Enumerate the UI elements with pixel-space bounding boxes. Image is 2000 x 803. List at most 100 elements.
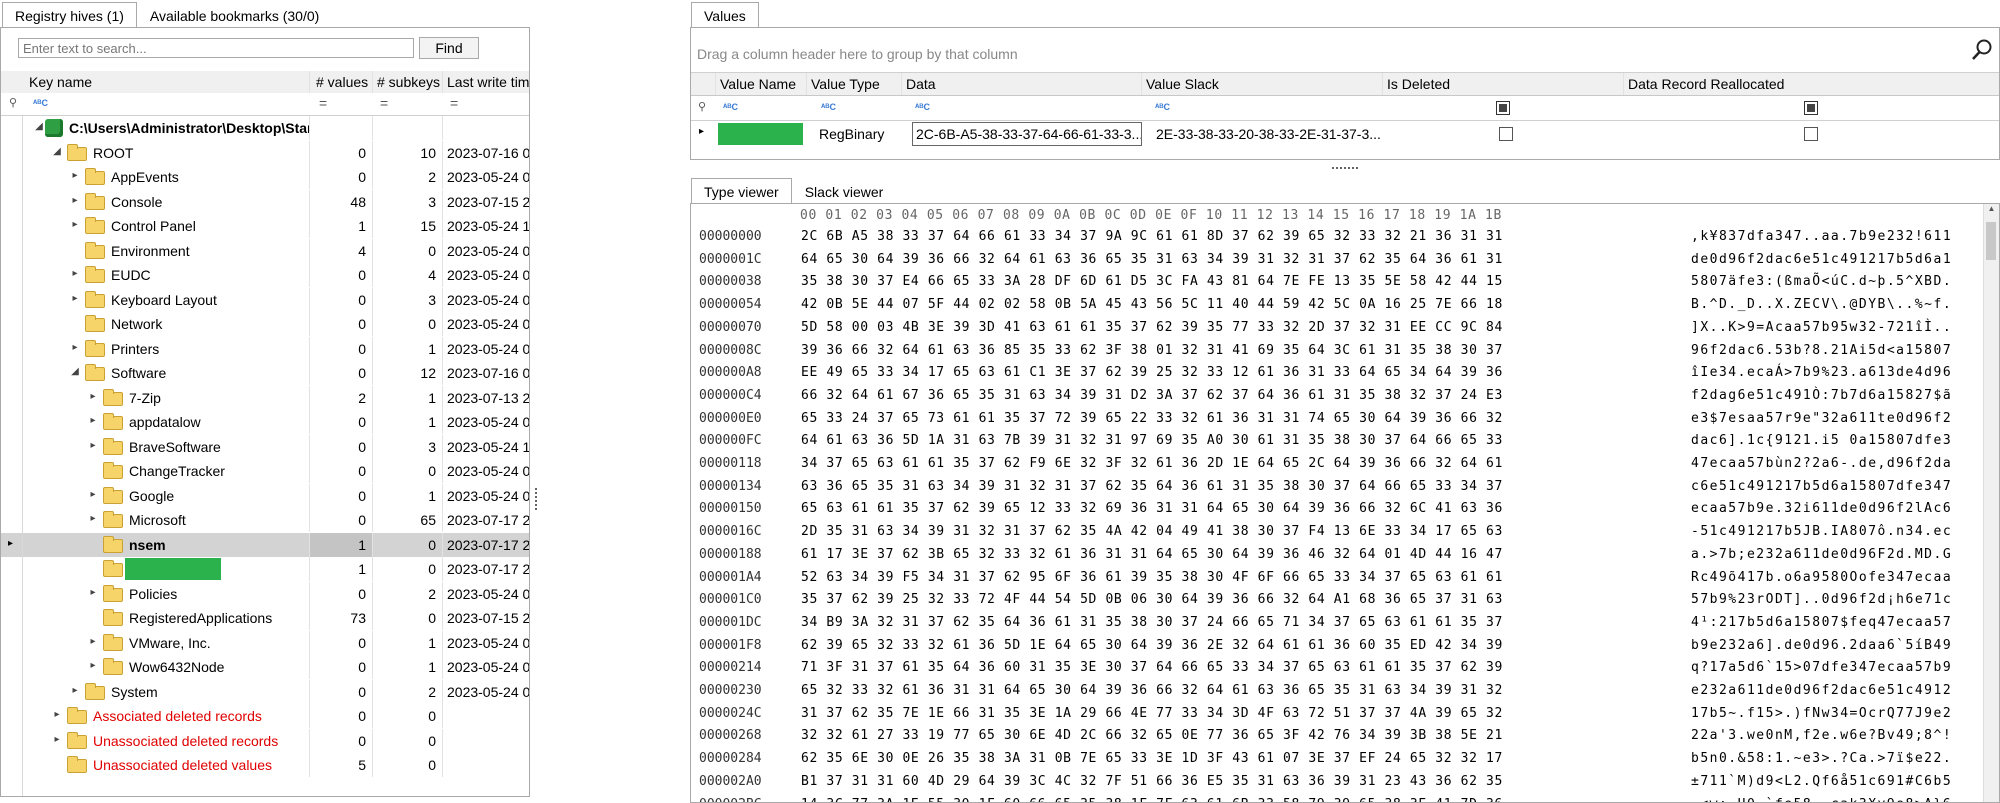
hex-ascii[interactable]: 17b5~.f15>.)fNw34=OcrQ77J9e2 — [1691, 706, 1952, 729]
expand-icon[interactable]: ▸ — [69, 268, 81, 279]
header-subkeys[interactable]: # subkeys — [372, 71, 442, 93]
hex-ascii[interactable]: ecaa57b9e.32i611de0d96f2lAc6 — [1691, 501, 1952, 524]
tab-registry-hives[interactable]: Registry hives (1) — [2, 2, 137, 28]
hex-ascii[interactable]: -51c491217b5JB.IA807ô.n34.ec — [1691, 524, 1952, 547]
tree-row[interactable]: ▸VMware, Inc.012023-05-24 09:3 — [1, 631, 529, 656]
hex-bytes[interactable]: 71 3F 31 37 61 35 64 36 60 31 35 3E 30 3… — [801, 660, 1503, 683]
hex-bytes[interactable]: EE 49 65 33 34 17 65 63 61 C1 3E 37 62 3… — [801, 365, 1503, 388]
hex-scrollbar[interactable]: ▲ — [1983, 204, 1999, 803]
tree-row[interactable]: ▸System022023-05-24 09:2 — [1, 680, 529, 705]
tree-row[interactable]: ▸Printers012023-05-24 09:2 — [1, 337, 529, 362]
filter-subkeys-eq[interactable]: = — [380, 95, 388, 111]
find-button[interactable]: Find — [419, 37, 479, 59]
tree-row[interactable]: ▸Google012023-05-24 09:2 — [1, 484, 529, 509]
tab-slack-viewer[interactable]: Slack viewer — [792, 178, 897, 204]
filter-time-eq[interactable]: = — [450, 95, 458, 111]
tree-row[interactable]: ◢ROOT0102023-07-16 00:4 — [1, 141, 529, 166]
expand-icon[interactable]: ▸ — [87, 440, 99, 451]
hex-bytes[interactable]: 39 36 66 32 64 61 63 36 85 35 33 62 3F 3… — [801, 343, 1503, 366]
scroll-thumb[interactable] — [1986, 222, 1996, 260]
filter-text-icon[interactable]: ᴬᴮC — [915, 102, 930, 112]
collapse-icon[interactable]: ◢ — [33, 121, 45, 132]
reallocated-checkbox[interactable] — [1804, 127, 1818, 141]
hex-ascii[interactable]: q?17a5d6`15>07dfe347ecaa57b9 — [1691, 660, 1952, 683]
hex-bytes[interactable]: 52 63 34 39 F5 34 31 37 62 95 6F 36 61 3… — [801, 570, 1503, 593]
hex-ascii[interactable]: f2dag6e51c491Ò:7b7d6a15827$ã — [1691, 388, 1952, 411]
hex-bytes[interactable]: 62 35 6E 30 0E 26 35 38 3A 31 0B 7E 65 3… — [801, 751, 1503, 774]
hex-ascii[interactable]: e232a611de0d96f2dac6e51c4912 — [1691, 683, 1952, 706]
tab-available-bookmarks[interactable]: Available bookmarks (30/0) — [137, 2, 332, 28]
hex-bytes[interactable]: 2C 6B A5 38 33 37 64 66 61 33 34 37 9A 9… — [801, 229, 1503, 252]
expand-icon[interactable]: ▸ — [87, 636, 99, 647]
expand-icon[interactable]: ▸ — [69, 293, 81, 304]
hex-viewer[interactable]: 00 01 02 03 04 05 06 07 08 09 0A 0B 0C 0… — [690, 203, 2000, 803]
tree-row[interactable]: ▸Policies022023-05-24 09:2 — [1, 582, 529, 607]
tree-row[interactable]: Network002023-05-24 09:2 — [1, 312, 529, 337]
scroll-up-arrow[interactable]: ▲ — [1984, 204, 1999, 218]
tree-row[interactable]: ▸Wow6432Node012023-05-24 09:2 — [1, 655, 529, 680]
hex-ascii[interactable]: 4¹:217b5d6a15807$feq47ecaa57 — [1691, 615, 1952, 638]
tree-row[interactable]: ChangeTracker002023-05-24 09:2 — [1, 459, 529, 484]
header-data[interactable]: Data — [901, 73, 1141, 95]
hex-ascii[interactable]: B.^D._D..X.ZECV\.@DYB\..%~f. — [1691, 297, 1952, 320]
tree-row[interactable]: ▸Associated deleted records00 — [1, 704, 529, 729]
expand-icon[interactable]: ▸ — [69, 195, 81, 206]
hex-bytes[interactable]: B1 37 31 31 60 4D 29 64 39 3C 4C 32 7F 5… — [801, 774, 1503, 797]
hex-bytes[interactable]: 35 38 30 37 E4 66 65 33 3A 28 DF 6D 61 D… — [801, 274, 1503, 297]
filter-values-eq[interactable]: = — [319, 95, 327, 111]
horizontal-splitter[interactable] — [690, 161, 2000, 175]
hex-ascii[interactable]: ±711`M)d9<L2.Qf6å51c691#C6b5 — [1691, 774, 1952, 797]
hex-bytes[interactable]: 5D 58 00 03 4B 3E 39 3D 41 63 61 61 35 3… — [801, 320, 1503, 343]
tree-row[interactable]: ▸Keyboard Layout032023-05-24 09:2 — [1, 288, 529, 313]
tab-values[interactable]: Values — [691, 2, 759, 28]
expand-icon[interactable]: ▸ — [69, 219, 81, 230]
hex-bytes[interactable]: 65 63 61 61 35 37 62 39 65 12 33 32 69 3… — [801, 501, 1503, 524]
expand-icon[interactable]: ▸ — [87, 415, 99, 426]
tree-row[interactable]: ◢Software0122023-07-16 00:4 — [1, 361, 529, 386]
header-key-name[interactable]: Key name — [29, 71, 309, 93]
expand-icon[interactable]: ▸ — [87, 391, 99, 402]
header-value-type[interactable]: Value Type — [806, 73, 901, 95]
expand-icon[interactable]: ▸ — [69, 685, 81, 696]
hex-ascii[interactable]: .<w:.U0.`fe58..cak3Xy9e8>A}6 — [1691, 797, 1952, 803]
tree-row[interactable]: ▸AppEvents022023-05-24 09:2 — [1, 165, 529, 190]
expand-icon[interactable]: ▸ — [51, 734, 63, 745]
filter-reallocated-checkbox[interactable] — [1804, 101, 1818, 115]
header-is-deleted[interactable]: Is Deleted — [1382, 73, 1623, 95]
hex-bytes[interactable]: 64 65 30 64 39 36 66 32 64 61 63 36 65 3… — [801, 252, 1503, 275]
hex-ascii[interactable]: 96f2dac6.53b?8.21Ai5d<a15807 — [1691, 343, 1952, 366]
hex-bytes[interactable]: 42 0B 5E 44 07 5F 44 02 02 58 0B 5A 45 4… — [801, 297, 1503, 320]
collapse-icon[interactable]: ◢ — [69, 366, 81, 377]
tree-row[interactable]: ◢C:\Users\Administrator\Desktop\Start h.… — [1, 116, 529, 141]
header-value-name[interactable]: Value Name — [715, 73, 806, 95]
tree-row[interactable]: RegisteredApplications7302023-07-15 23:4 — [1, 606, 529, 631]
tree-row[interactable]: 102023-07-17 22:5 — [1, 557, 529, 582]
group-by-area[interactable]: Drag a column header here to group by th… — [691, 28, 1999, 73]
hex-bytes[interactable]: 31 37 62 35 7E 1E 66 31 35 3E 1A 29 66 4… — [801, 706, 1503, 729]
tree-row[interactable]: ▸Console4832023-07-15 21:4 — [1, 190, 529, 215]
hex-bytes[interactable]: 62 39 65 32 33 32 61 36 5D 1E 64 65 30 6… — [801, 638, 1503, 661]
values-row[interactable]: ▸ RegBinary 2C-6B-A5-38-33-37-64-66-61-3… — [691, 121, 1999, 147]
hex-bytes[interactable]: 34 B9 3A 32 31 37 62 35 64 36 61 31 35 3… — [801, 615, 1503, 638]
hex-bytes[interactable]: 63 36 65 35 31 63 34 39 31 32 31 37 62 3… — [801, 479, 1503, 502]
tree-row[interactable]: ▸nsem102023-07-17 22:3 — [1, 533, 529, 558]
hex-ascii[interactable]: ]X..K>9=Acaa57b95w32-721îÌ.. — [1691, 320, 1952, 343]
is-deleted-checkbox[interactable] — [1499, 127, 1513, 141]
header-values[interactable]: # values — [309, 71, 372, 93]
hex-ascii[interactable]: 57b9%23rODT]..0d96f2d¡h6e71c — [1691, 592, 1952, 615]
value-data-cell[interactable]: 2C-6B-A5-38-33-37-64-66-61-33-3... — [912, 122, 1142, 146]
tree-row[interactable]: ▸Unassociated deleted records00 — [1, 729, 529, 754]
search-input[interactable]: Enter text to search... — [18, 38, 414, 58]
hex-bytes[interactable]: 32 32 61 27 33 19 77 65 30 6E 4D 2C 66 3… — [801, 728, 1503, 751]
filter-is-deleted-checkbox[interactable] — [1496, 101, 1510, 115]
tree-row[interactable]: Unassociated deleted values50 — [1, 753, 529, 778]
hex-ascii[interactable]: dac6].1c{9121.i5 0a15807dfe3 — [1691, 433, 1952, 456]
hex-ascii[interactable]: c6e51c491217b5d6a15807dfe347 — [1691, 479, 1952, 502]
hex-ascii[interactable]: ,k¥837dfa347..aa.7b9e232!611 — [1691, 229, 1952, 252]
tree-row[interactable]: ▸Microsoft0652023-07-17 22:2 — [1, 508, 529, 533]
header-data-record-reallocated[interactable]: Data Record Reallocated — [1623, 73, 1999, 95]
search-icon[interactable] — [1971, 38, 1993, 62]
hex-bytes[interactable]: 65 33 24 37 65 73 61 61 35 37 72 39 65 2… — [801, 411, 1503, 434]
hex-bytes[interactable]: 64 61 63 36 5D 1A 31 63 7B 39 31 32 31 9… — [801, 433, 1503, 456]
hex-bytes[interactable]: 34 37 65 63 61 61 35 37 62 F9 6E 32 3F 3… — [801, 456, 1503, 479]
